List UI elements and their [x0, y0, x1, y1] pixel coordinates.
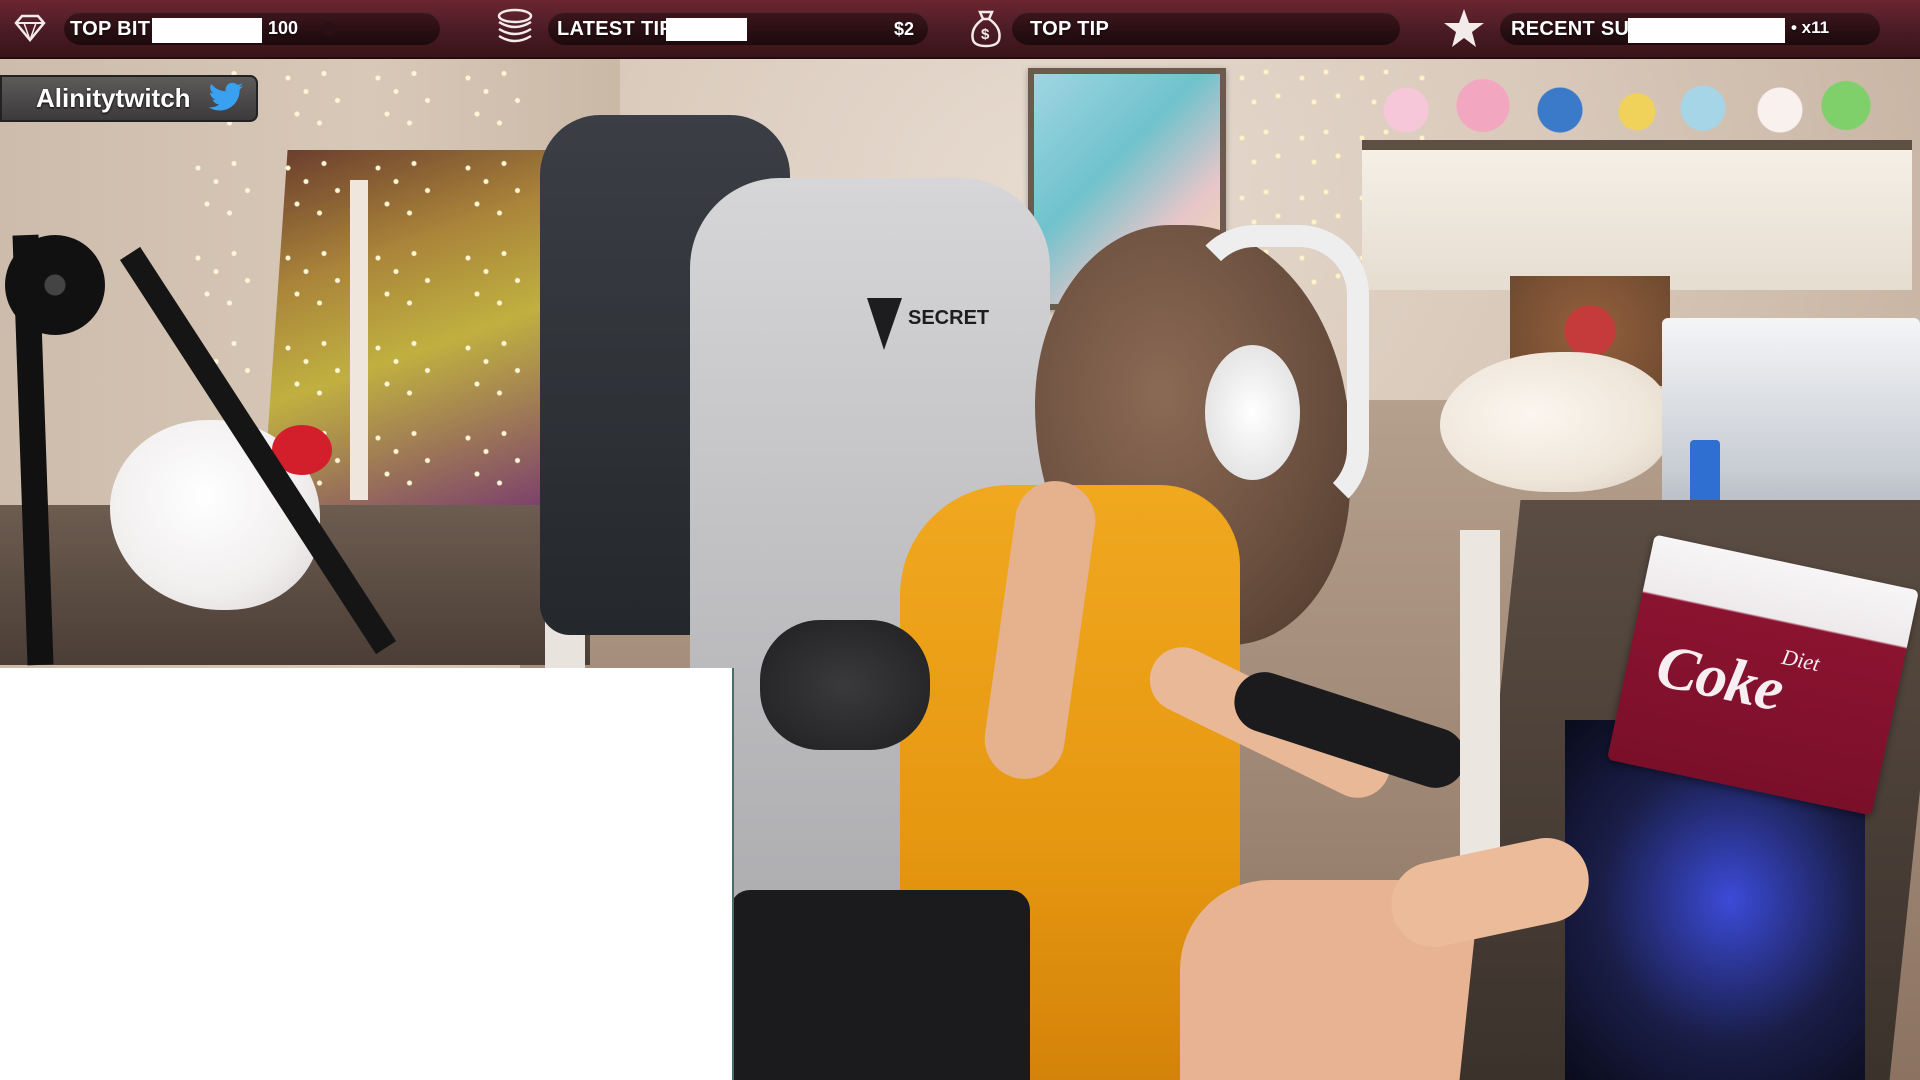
white-dog — [1440, 352, 1670, 492]
recent-sub-label: RECENT SUB — [1511, 18, 1645, 40]
recent-sub-username-redacted — [1628, 18, 1785, 43]
blank-overlay-panel — [0, 668, 734, 1080]
white-sideboard — [1362, 140, 1912, 290]
top-bit-value: 100 — [268, 18, 299, 38]
star-icon — [1440, 5, 1488, 51]
top-bit-dot — [322, 22, 336, 36]
streamer-nametag: Alinitytwitch — [0, 75, 258, 122]
plush-toy-collection — [1362, 56, 1912, 146]
secretlab-logo: SECRET LAB — [867, 298, 992, 350]
chair-brand-text: SECRET LAB — [908, 307, 992, 329]
top-bit-username-redacted — [152, 18, 262, 43]
svg-text:$: $ — [981, 26, 990, 43]
chair-base — [730, 890, 1030, 1080]
microphone-foam — [760, 620, 930, 750]
twitter-bird-icon[interactable] — [207, 81, 245, 115]
diamond-icon — [10, 8, 50, 48]
latest-tip-username-redacted — [666, 18, 747, 41]
tree-trunk — [350, 180, 368, 500]
latest-tip-label: LATEST TIP — [557, 18, 673, 40]
money-bag-icon: $ — [964, 4, 1008, 52]
coin-stack-icon — [492, 4, 538, 50]
top-bit-label: TOP BIT — [70, 18, 151, 40]
top-tip-label: TOP TIP — [1030, 18, 1110, 40]
stream-stats-bar: TOP BIT 100 LATEST TIP $2 $ TOP TIP RECE… — [0, 0, 1920, 59]
streamer-username: Alinitytwitch — [36, 83, 191, 113]
soda-box-brand: Coke — [1650, 631, 1789, 725]
recent-sub-count: • x11 — [1791, 18, 1830, 37]
right-desk-leg — [1460, 530, 1500, 870]
latest-tip-amount: $2 — [894, 19, 915, 39]
headphone-earcup — [1205, 345, 1300, 480]
